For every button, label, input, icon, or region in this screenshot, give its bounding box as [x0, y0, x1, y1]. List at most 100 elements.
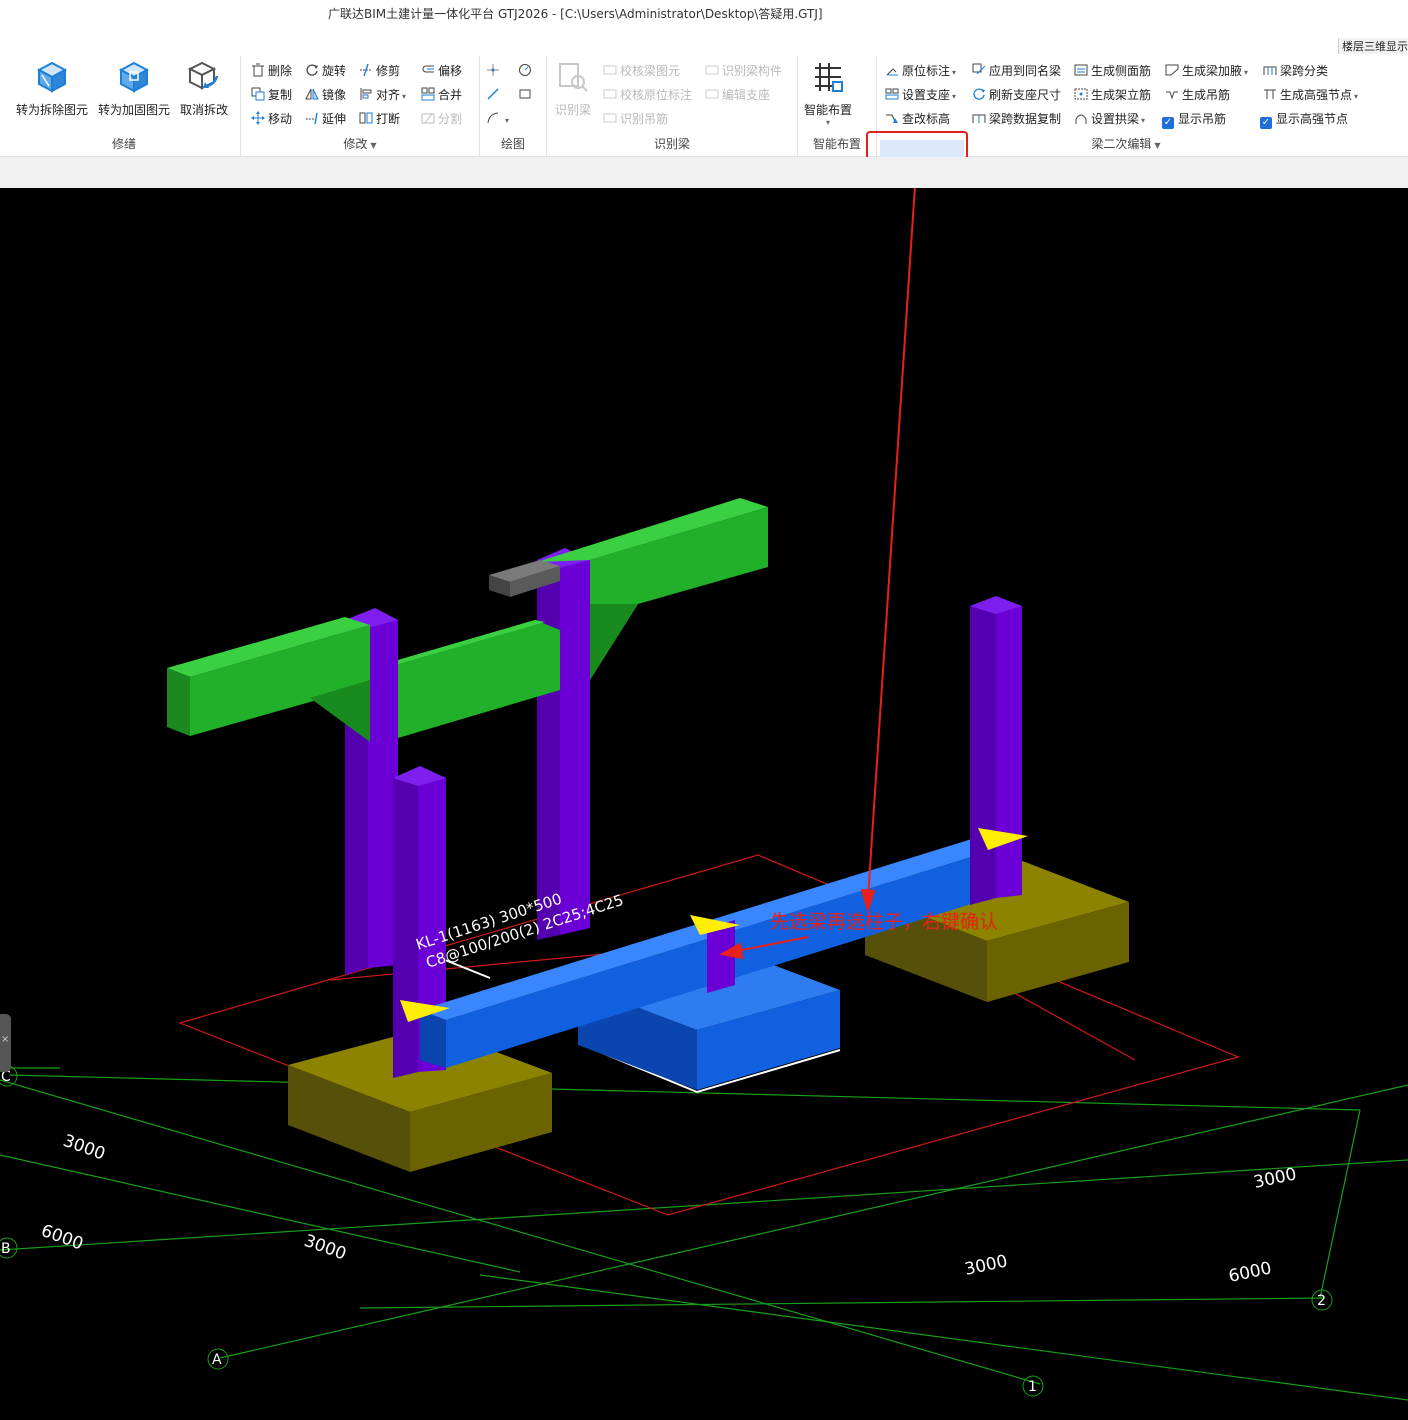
check-beam-elements-button[interactable]: 校核梁图元 — [603, 61, 680, 81]
set-support-button[interactable]: 设置支座 ▾ — [885, 85, 956, 105]
cancel-demolish-button[interactable]: 取消拆改 — [180, 60, 228, 118]
show-hanger-bar-checkbox[interactable]: ✓ 显示吊筋 — [1162, 109, 1226, 129]
group-huitu: ▾ 绘图 — [480, 56, 547, 156]
axis-bubble-a: A — [207, 1348, 229, 1370]
check-beam-icon — [603, 65, 617, 75]
break-button[interactable]: 打断 — [359, 109, 400, 129]
draw-arc-button[interactable]: ▾ — [486, 109, 509, 129]
generate-hanger-bar-label: 生成吊筋 — [1182, 88, 1231, 102]
edit-support-button[interactable]: 编辑支座 — [705, 85, 770, 105]
copy-button[interactable]: 复制 — [251, 85, 292, 105]
axis-a-label: A — [212, 1352, 222, 1368]
refresh-support-size-label: 刷新支座尺寸 — [989, 88, 1062, 102]
rectangle-icon — [519, 89, 531, 99]
group-xiugai: 删除 旋转 修剪 偏移 复制 镜像 对齐 ▾ 合并 移动 延伸 打断 分割 修改… — [241, 56, 480, 156]
cancel-demolish-label: 取消拆改 — [180, 103, 229, 117]
dim-6000-12: 6000 — [1227, 1258, 1273, 1287]
delete-label: 删除 — [268, 64, 293, 78]
column-right[interactable] — [970, 596, 1022, 905]
trim-button[interactable]: 修剪 — [359, 61, 400, 81]
align-button[interactable]: 对齐 ▾ — [359, 85, 406, 105]
query-change-elevation-button[interactable]: 查改标高 — [885, 109, 950, 129]
generate-high-strength-node-button[interactable]: 生成高强节点 ▾ — [1263, 85, 1358, 105]
generate-erection-bar-label: 生成架立筋 — [1091, 88, 1152, 102]
model-canvas[interactable]: KL-1(1163) 300*500 C8@100/200(2) 2C25;4C… — [0, 188, 1408, 1420]
in-situ-annotation-button[interactable]: 原位标注 ▾ — [885, 61, 956, 81]
offset-button[interactable]: 偏移 — [421, 61, 462, 81]
checkbox-checked-icon: ✓ — [1260, 117, 1272, 129]
check-beam-elements-label: 校核梁图元 — [620, 64, 681, 78]
annotation-arrows — [719, 188, 916, 960]
convert-to-demolish-button[interactable]: 转为拆除图元 — [16, 60, 88, 118]
smart-layout-button[interactable]: 智能布置 ▾ — [804, 60, 852, 127]
split-button[interactable]: 分割 — [421, 109, 462, 129]
set-arch-beam-button[interactable]: 设置拱梁 ▾ — [1074, 109, 1145, 129]
mirror-button[interactable]: 镜像 — [305, 85, 346, 105]
arch-beam-icon — [1075, 114, 1087, 124]
group-liang2-label-text: 梁二次编辑 — [1091, 137, 1152, 151]
move-button[interactable]: 移动 — [251, 109, 292, 129]
axis-1-label: 1 — [1028, 1379, 1037, 1395]
check-in-situ-annotation-button[interactable]: 校核原位标注 — [603, 85, 692, 105]
dim-3000-right: 3000 — [1252, 1164, 1298, 1193]
dimension-labels: 3000 6000 3000 3000 3000 6000 — [38, 1131, 1298, 1287]
generate-beam-haunch-button[interactable]: 生成梁加腋 ▾ — [1165, 61, 1248, 81]
draw-point-button[interactable] — [486, 61, 503, 81]
generate-hanger-bar-button[interactable]: 生成吊筋 — [1165, 85, 1230, 105]
trim-icon — [360, 63, 372, 77]
high-strength-node-icon — [1264, 89, 1276, 99]
in-situ-annotation-label: 原位标注 — [902, 64, 951, 78]
recognize-beam-icon — [559, 63, 588, 92]
chevron-down-icon: ▼ — [370, 141, 377, 150]
recognize-beam-components-button[interactable]: 识别梁构件 — [705, 61, 782, 81]
chevron-down-icon: ▾ — [826, 118, 831, 127]
group-huitu-label: 绘图 — [500, 137, 525, 151]
merge-button[interactable]: 合并 — [421, 85, 462, 105]
draw-circle-button[interactable] — [518, 61, 535, 81]
span-copy-icon — [972, 114, 986, 123]
apply-same-name-beam-button[interactable]: 应用到同名梁 — [972, 61, 1061, 81]
generate-erection-bar-button[interactable]: 生成架立筋 — [1074, 85, 1151, 105]
chevron-down-icon: ▾ — [505, 116, 510, 125]
axis-bubble-2: 2 — [1311, 1289, 1333, 1311]
green-beam-left[interactable] — [167, 617, 560, 742]
show-high-strength-node-checkbox[interactable]: ✓ 显示高强节点 — [1260, 109, 1348, 129]
generate-side-bar-button[interactable]: 生成侧面筋 — [1074, 61, 1151, 81]
draw-rect-button[interactable] — [518, 85, 535, 105]
apply-same-icon — [972, 63, 986, 75]
delete-button[interactable]: 删除 — [251, 61, 292, 81]
extend-icon — [306, 112, 318, 125]
beam-span-classify-button[interactable]: 梁跨分类 — [1263, 61, 1328, 81]
rotate-button[interactable]: 旋转 — [305, 61, 346, 81]
draw-line-button[interactable] — [486, 85, 503, 105]
extend-button[interactable]: 延伸 — [305, 109, 346, 129]
title-bar: 广联达BIM土建计量一体化平台 GTJ2026 - [C:\Users\Admi… — [0, 0, 1408, 56]
move-label: 移动 — [268, 112, 293, 126]
dim-3000-cb: 3000 — [60, 1131, 107, 1165]
recognize-beam-button[interactable]: 识别梁 — [555, 60, 591, 118]
elevation-icon — [886, 114, 898, 123]
recognize-beam-label: 识别梁 — [555, 103, 592, 117]
smart-layout-label: 智能布置 — [804, 103, 853, 117]
hanger-icon — [603, 113, 617, 123]
refresh-support-size-button[interactable]: 刷新支座尺寸 — [972, 85, 1061, 105]
axis-bubble-1: 1 — [1022, 1375, 1044, 1397]
dim-3000-bottom: 3000 — [963, 1251, 1009, 1280]
convert-to-reinforce-button[interactable]: 转为加固图元 — [98, 60, 170, 118]
column-back-center[interactable] — [537, 548, 590, 940]
trash-icon — [252, 63, 264, 77]
recognize-hanger-bar-button[interactable]: 识别吊筋 — [603, 109, 668, 129]
floor-3d-display-tab[interactable]: 楼层三维显示 — [1338, 38, 1408, 54]
annotation-icon — [886, 68, 898, 76]
side-panel-toggle[interactable]: × — [0, 1014, 11, 1072]
axis-bubble-b: B — [0, 1237, 18, 1259]
haunch-icon — [1165, 64, 1179, 76]
beam-span-data-copy-button[interactable]: 梁跨数据复制 — [972, 109, 1061, 129]
refresh-icon — [973, 88, 985, 100]
generate-side-bar-label: 生成侧面筋 — [1091, 64, 1152, 78]
group-xiugai-label[interactable]: 修改 ▼ — [241, 135, 479, 152]
side-bar-icon — [1074, 64, 1088, 76]
group-xiubian-label: 修缮 — [111, 137, 136, 151]
3d-viewport[interactable]: KL-1(1163) 300*500 C8@100/200(2) 2C25;4C… — [0, 188, 1408, 1420]
check-in-situ-annotation-label: 校核原位标注 — [620, 88, 693, 102]
